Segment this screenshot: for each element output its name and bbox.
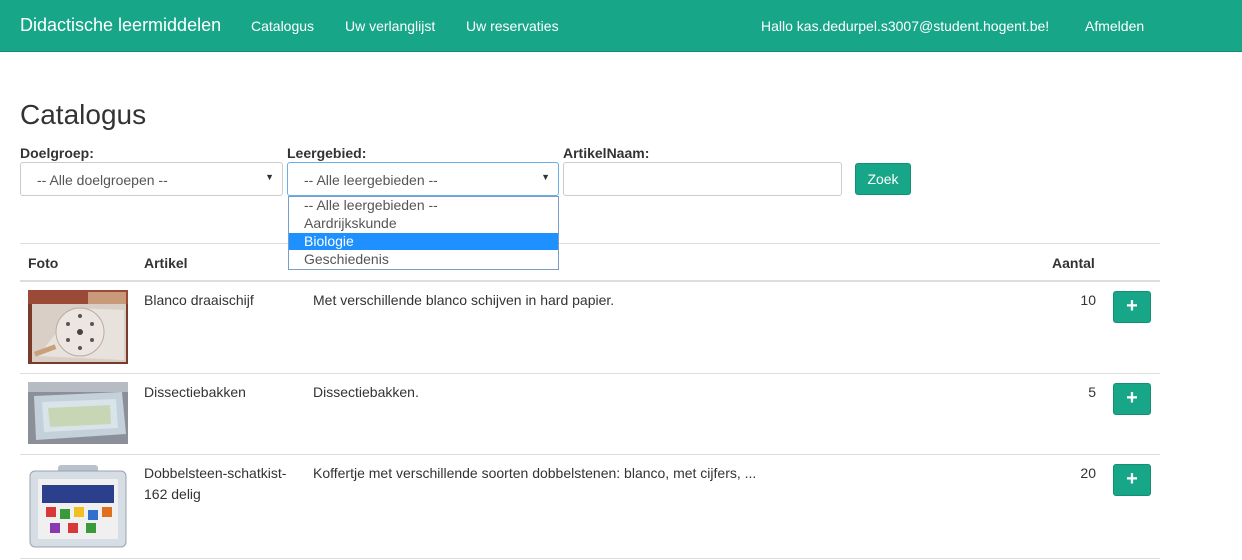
product-count: 5 — [1088, 384, 1096, 400]
leergebied-option-alle[interactable]: -- Alle leergebieden -- — [289, 197, 558, 214]
product-photo-dobbelsteen-schatkist — [28, 463, 128, 549]
plus-icon: + — [1126, 468, 1138, 490]
product-count: 10 — [1080, 292, 1096, 308]
product-count: 20 — [1080, 465, 1096, 481]
search-button[interactable]: Zoek — [855, 163, 911, 195]
leergebied-option-geschiedenis[interactable]: Geschiedenis — [289, 251, 558, 268]
table-header-border — [20, 280, 1160, 282]
leergebied-option-biologie[interactable]: Biologie — [289, 233, 558, 250]
nav-link-verlanglijst[interactable]: Uw verlanglijst — [345, 18, 435, 34]
leergebied-dropdown-list: -- Alle leergebieden -- Aardrijkskunde B… — [288, 196, 559, 270]
add-to-wishlist-button[interactable]: + — [1113, 383, 1151, 415]
column-header-foto: Foto — [28, 255, 59, 271]
leergebied-option-aardrijkskunde[interactable]: Aardrijkskunde — [289, 215, 558, 232]
page-title: Catalogus — [20, 99, 147, 130]
add-to-wishlist-button[interactable]: + — [1113, 464, 1151, 496]
column-header-aantal: Aantal — [1052, 255, 1095, 271]
row-divider — [20, 373, 1160, 374]
doelgroep-select[interactable]: -- Alle doelgroepen -- ▼ — [20, 162, 283, 196]
nav-link-catalogus[interactable]: Catalogus — [251, 18, 314, 34]
artikelnaam-label: ArtikelNaam: — [563, 145, 650, 161]
dropdown-arrow-icon: ▼ — [541, 172, 550, 182]
dropdown-arrow-icon: ▼ — [265, 172, 274, 182]
leergebied-label: Leergebied: — [287, 145, 367, 161]
row-divider — [20, 454, 1160, 455]
column-header-artikel: Artikel — [144, 255, 188, 271]
product-description: Dissectiebakken. — [313, 384, 419, 400]
product-description: Koffertje met verschillende soorten dobb… — [313, 465, 757, 481]
plus-icon: + — [1126, 387, 1138, 409]
row-divider — [20, 558, 1160, 559]
doelgroep-label: Doelgroep: — [20, 145, 94, 161]
add-to-wishlist-button[interactable]: + — [1113, 291, 1151, 323]
nav-link-reservaties[interactable]: Uw reservaties — [466, 18, 559, 34]
product-name: Dobbelsteen-schatkist-162 delig — [144, 465, 287, 502]
leergebied-selected-value: -- Alle leergebieden -- — [304, 172, 438, 188]
top-navbar: Didactische leermiddelen Catalogus Uw ve… — [0, 0, 1242, 52]
user-greeting[interactable]: Hallo kas.dedurpel.s3007@student.hogent.… — [761, 18, 1049, 34]
doelgroep-selected-value: -- Alle doelgroepen -- — [37, 172, 168, 188]
product-name: Blanco draaischijf — [144, 292, 254, 308]
product-name: Dissectiebakken — [144, 384, 246, 400]
product-description: Met verschillende blanco schijven in har… — [313, 292, 615, 308]
leergebied-select[interactable]: -- Alle leergebieden -- ▼ — [287, 162, 559, 196]
logout-link[interactable]: Afmelden — [1085, 18, 1144, 34]
brand-title[interactable]: Didactische leermiddelen — [20, 15, 221, 36]
plus-icon: + — [1126, 295, 1138, 317]
product-photo-dissectiebakken — [28, 382, 128, 444]
product-photo-draaischijf — [28, 290, 128, 364]
artikelnaam-input[interactable] — [563, 162, 842, 196]
table-top-border — [20, 243, 1160, 244]
